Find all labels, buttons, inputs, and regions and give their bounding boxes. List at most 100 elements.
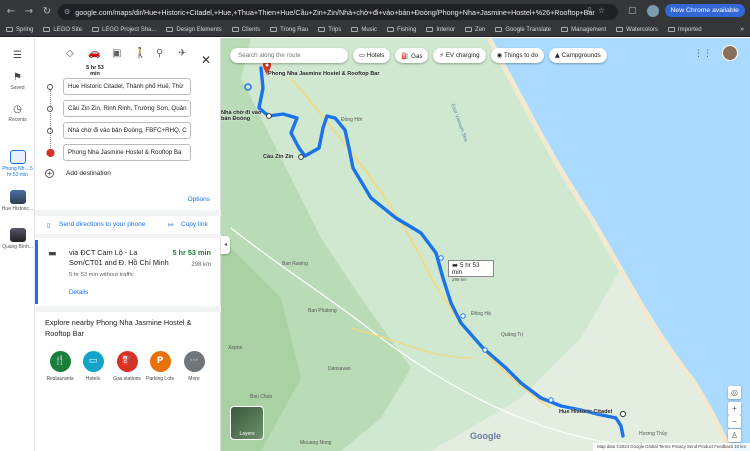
chip-things-to-do[interactable]: ◉ Things to do	[490, 48, 545, 63]
place-thumbnail	[9, 190, 26, 204]
street-view-pegman-icon[interactable]: ♙	[728, 429, 741, 442]
forward-icon[interactable]: →	[22, 6, 36, 17]
ev-charger-icon: ⚡	[439, 52, 444, 59]
more-icon: ···	[183, 351, 205, 372]
my-location-icon[interactable]: ◎	[728, 386, 741, 399]
map-label-origin[interactable]: Hue Historic Citadel	[559, 409, 612, 415]
copy-link[interactable]: Copy link	[181, 221, 208, 228]
bookmark-icon: ⚑	[13, 72, 22, 83]
bookmark-label: Design Elements	[176, 26, 222, 33]
category-hotels[interactable]: ▭ Hotels	[78, 351, 108, 382]
left-rail: ☰ ⚑ Saved ◷ Recents Phong Nh... 5 hr 53 mi…	[0, 38, 35, 451]
saved-button[interactable]: ⚑ Saved	[0, 72, 35, 91]
address-bar[interactable]: ⚙ google.com/maps/dir/Hue+Historic+Citad…	[58, 4, 618, 20]
extensions-icon[interactable]: ▢	[628, 6, 637, 16]
folder-icon	[667, 27, 675, 32]
category-restaurants[interactable]: 🍴 Restaurants	[45, 351, 75, 382]
google-logo: Google	[470, 431, 501, 441]
recent-place-quang-binh[interactable]: Quang Bình...	[0, 228, 35, 250]
new-chrome-button[interactable]: New Chrome available	[664, 4, 745, 17]
search-along-route-input[interactable]: Search along the route	[230, 48, 348, 63]
url-text[interactable]: google.com/maps/dir/Hue+Historic+Citadel…	[75, 8, 595, 17]
chip-hotels[interactable]: ▭ Hotels	[353, 48, 391, 63]
bookmark-item[interactable]: Interior	[426, 27, 455, 33]
recent-trip-phong-nha[interactable]: Phong Nh... 5 hr 53 min	[0, 150, 35, 178]
add-destination-label: Add destination	[66, 170, 111, 177]
bed-icon: ▭	[359, 52, 365, 59]
category-label: Parking Lots	[146, 376, 174, 382]
map-label-huong-thuy: Hương Thủy	[639, 431, 668, 437]
close-icon[interactable]: ✕	[201, 53, 211, 67]
chip-campgrounds[interactable]: ▲ Campgrounds	[549, 48, 607, 63]
bookmark-item[interactable]: Fishing	[387, 27, 416, 33]
stop-input-2[interactable]: Cầu Zin Zin, Rinh Rinh, Trường Sơn, Quản	[63, 100, 191, 117]
map-footer: Map data ©2024 Google Global Terms Priva…	[593, 443, 750, 451]
bookmark-item[interactable]: Trips	[318, 27, 341, 33]
map-label-wait-station[interactable]: Nhà chờ đi vào bản Đoòng	[221, 110, 269, 122]
route-time: 5 hr 53 min	[172, 248, 211, 257]
bookmark-item[interactable]: Clients	[231, 27, 260, 33]
zoom-in-button[interactable]: +	[728, 402, 741, 415]
gas-pump-icon: ⛽	[401, 53, 410, 60]
bookmark-item[interactable]: Watercolors	[616, 27, 658, 33]
walk-mode-icon[interactable]: 🚶	[134, 48, 146, 59]
bike-mode-icon[interactable]: ⚲	[156, 48, 163, 59]
stop-input-destination[interactable]: Phong Nha Jasmine Hostel & Rooftop Ba	[63, 144, 191, 161]
add-destination-button[interactable]: + Add destination	[45, 169, 111, 178]
account-avatar[interactable]	[722, 45, 738, 61]
collapse-panel-icon[interactable]: ◂	[221, 236, 230, 254]
callout-distance: 298 km	[452, 277, 467, 282]
route-details-link[interactable]: Details	[69, 289, 88, 296]
category-more[interactable]: ··· More	[179, 351, 209, 382]
bookmark-item[interactable]: Design Elements	[166, 26, 222, 33]
recent-place-hue[interactable]: Hue Historic...	[0, 190, 35, 212]
recent-place-label: Quang Bình...	[2, 244, 33, 250]
route-time-callout[interactable]: ▬ 5 hr 53 min 298 km	[448, 260, 494, 282]
bookmark-item[interactable]: LEGO Site	[43, 27, 82, 33]
profile-avatar[interactable]	[646, 4, 659, 17]
recents-label: Recents	[8, 117, 27, 123]
best-route-icon[interactable]: ◇	[66, 48, 74, 59]
send-directions-link[interactable]: Send directions to your phone	[59, 221, 145, 228]
bookmark-item[interactable]: Spring	[6, 27, 33, 33]
drive-mode-icon[interactable]: 🚗	[88, 48, 100, 59]
zoom-out-button[interactable]: −	[728, 415, 741, 428]
map-label-destination[interactable]: Phong Nha Jasmine Hostel & Rooftop Bar	[268, 71, 380, 77]
bookmark-item[interactable]: Google Translate	[495, 27, 551, 33]
category-gas-stations[interactable]: ⛽ Gas stations	[112, 351, 142, 382]
category-parking-lots[interactable]: P Parking Lots	[145, 351, 175, 382]
category-label: Restaurants	[46, 376, 74, 382]
bookmark-label: Zen	[475, 26, 486, 33]
options-link[interactable]: Options	[188, 196, 210, 203]
flight-mode-icon[interactable]: ✈	[178, 48, 186, 59]
place-thumbnail	[9, 228, 26, 242]
menu-button[interactable]: ☰	[0, 50, 35, 63]
stop-input-origin[interactable]: Hue Historic Citadel, Thành phố Huế, Thừ	[63, 78, 191, 95]
google-apps-icon[interactable]: ⋮⋮	[694, 49, 712, 59]
bookmark-item[interactable]: Music	[351, 27, 377, 33]
chip-gas[interactable]: ⛽ Gas	[395, 48, 429, 63]
recents-button[interactable]: ◷ Recents	[0, 104, 35, 123]
section-divider	[35, 234, 221, 238]
chip-ev-charging[interactable]: ⚡ EV charging	[433, 48, 486, 63]
route-option-card[interactable]: ▬ via ĐCT Cam Lộ - La Sơn/CT01 and Đ. Hồ…	[35, 240, 221, 304]
bookmarks-overflow-icon[interactable]: »	[740, 26, 744, 33]
bookmark-item[interactable]: LEGO Project Sha...	[92, 27, 156, 33]
url-actions[interactable]: ⇩☆	[586, 6, 610, 15]
stop-input-3[interactable]: Nhà chờ đi vào bản Đoòng, FBFC+RHQ, C	[63, 122, 191, 139]
bookmark-item[interactable]: Imported	[667, 27, 702, 33]
bookmark-item[interactable]: Management	[561, 27, 606, 33]
layers-button[interactable]: Layers	[230, 406, 264, 440]
bookmark-label: Trips	[328, 26, 342, 33]
reload-icon[interactable]: ↻	[40, 6, 54, 17]
bookmark-item[interactable]: Trong Rau	[270, 27, 308, 33]
destination-pin-icon: ⬤	[46, 148, 55, 157]
transit-mode-icon[interactable]: ▣	[112, 48, 121, 59]
map-canvas[interactable]: Phong Nha Jasmine Hostel & Rooftop Bar N…	[221, 38, 750, 451]
category-label: Hotels	[85, 376, 101, 382]
map-label-bridge[interactable]: Cầu Zin Zin	[263, 154, 293, 160]
site-info-icon[interactable]: ⚙	[64, 8, 70, 16]
bookmark-item[interactable]: Zen	[465, 27, 485, 33]
back-icon[interactable]: ←	[4, 6, 18, 17]
map-graphic[interactable]	[221, 38, 750, 451]
